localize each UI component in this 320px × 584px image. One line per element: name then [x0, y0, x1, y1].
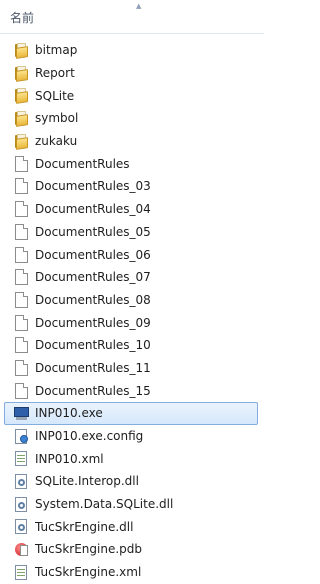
file-icon [15, 246, 28, 263]
file-icon [15, 155, 28, 172]
file-name: DocumentRules_03 [35, 179, 151, 194]
file-row[interactable]: symbol [0, 107, 264, 130]
xml-icon [14, 564, 29, 580]
file-name: DocumentRules_11 [35, 360, 151, 375]
file-list: bitmap Report SQLite symbol zukaku DocumentRu… [0, 39, 264, 584]
file-row[interactable]: INP010.exe.config [0, 425, 264, 448]
file-name: System.Data.SQLite.dll [35, 497, 174, 512]
file-icon [15, 382, 28, 399]
file-row[interactable]: DocumentRules_08 [0, 289, 264, 312]
file-name: bitmap [35, 43, 78, 58]
file-icon [15, 201, 28, 218]
dll-icon [14, 496, 29, 512]
file-name: DocumentRules_05 [35, 224, 151, 239]
file-name: SQLite.Interop.dll [35, 474, 139, 489]
file-row[interactable]: bitmap [0, 39, 264, 62]
file-row[interactable]: INP010.xml [0, 447, 264, 470]
file-row[interactable]: DocumentRules_06 [0, 243, 264, 266]
file-name: INP010.xml [35, 451, 104, 466]
file-name: DocumentRules_10 [35, 338, 151, 353]
folder-icon [14, 88, 29, 105]
config-icon [14, 428, 29, 444]
file-row[interactable]: SQLite.Interop.dll [0, 470, 264, 493]
dll-icon [14, 473, 29, 489]
file-name: DocumentRules_15 [35, 383, 151, 398]
sort-ascending-icon: ▲ [136, 2, 142, 10]
file-row[interactable]: DocumentRules_05 [0, 221, 264, 244]
file-icon [15, 337, 28, 354]
dll-icon [14, 519, 29, 535]
file-row[interactable]: DocumentRules_10 [0, 334, 264, 357]
file-name: DocumentRules_08 [35, 292, 151, 307]
file-name: DocumentRules [35, 156, 130, 171]
exe-icon [14, 406, 29, 421]
file-name: SQLite [35, 88, 75, 103]
file-row[interactable]: TucSkrEngine.dll [0, 515, 264, 538]
file-name: DocumentRules_07 [35, 270, 151, 285]
file-icon [15, 223, 28, 240]
folder-icon [14, 42, 29, 59]
file-name: TucSkrEngine.pdb [35, 542, 143, 557]
file-row[interactable]: DocumentRules_09 [0, 311, 264, 334]
file-row[interactable]: DocumentRules_15 [0, 379, 264, 402]
file-row[interactable]: INP010.exe [4, 402, 258, 425]
file-name: DocumentRules_04 [35, 202, 151, 217]
file-row[interactable]: DocumentRules_03 [0, 175, 264, 198]
file-row[interactable]: TucSkrEngine.xml [0, 561, 264, 584]
file-icon [15, 269, 28, 286]
file-row[interactable]: DocumentRules_11 [0, 357, 264, 380]
folder-icon [14, 133, 29, 150]
file-row[interactable]: TucSkrEngine.pdb [0, 538, 264, 561]
file-name: INP010.exe.config [35, 429, 144, 444]
folder-icon [14, 65, 29, 82]
file-name: INP010.exe [35, 406, 103, 421]
file-icon [15, 291, 28, 308]
file-name: DocumentRules_06 [35, 247, 151, 262]
column-header-label: 名前 [10, 11, 35, 25]
xml-icon [14, 451, 29, 467]
file-name: TucSkrEngine.dll [35, 519, 134, 534]
file-row[interactable]: zukaku [0, 130, 264, 153]
file-icon [15, 314, 28, 331]
file-icon [15, 359, 28, 376]
file-row[interactable]: System.Data.SQLite.dll [0, 493, 264, 516]
file-icon [15, 178, 28, 195]
file-name: symbol [35, 111, 79, 126]
column-header-name[interactable]: 名前 ▲ [0, 0, 264, 34]
file-name: DocumentRules_09 [35, 315, 151, 330]
file-name: Report [35, 66, 75, 81]
file-row[interactable]: Report [0, 62, 264, 85]
folder-icon [14, 110, 29, 127]
file-name: TucSkrEngine.xml [35, 565, 142, 580]
file-row[interactable]: DocumentRules_04 [0, 198, 264, 221]
pdb-icon [14, 542, 29, 557]
file-row[interactable]: DocumentRules [0, 152, 264, 175]
file-row[interactable]: DocumentRules_07 [0, 266, 264, 289]
file-name: zukaku [35, 134, 78, 149]
file-row[interactable]: SQLite [0, 84, 264, 107]
